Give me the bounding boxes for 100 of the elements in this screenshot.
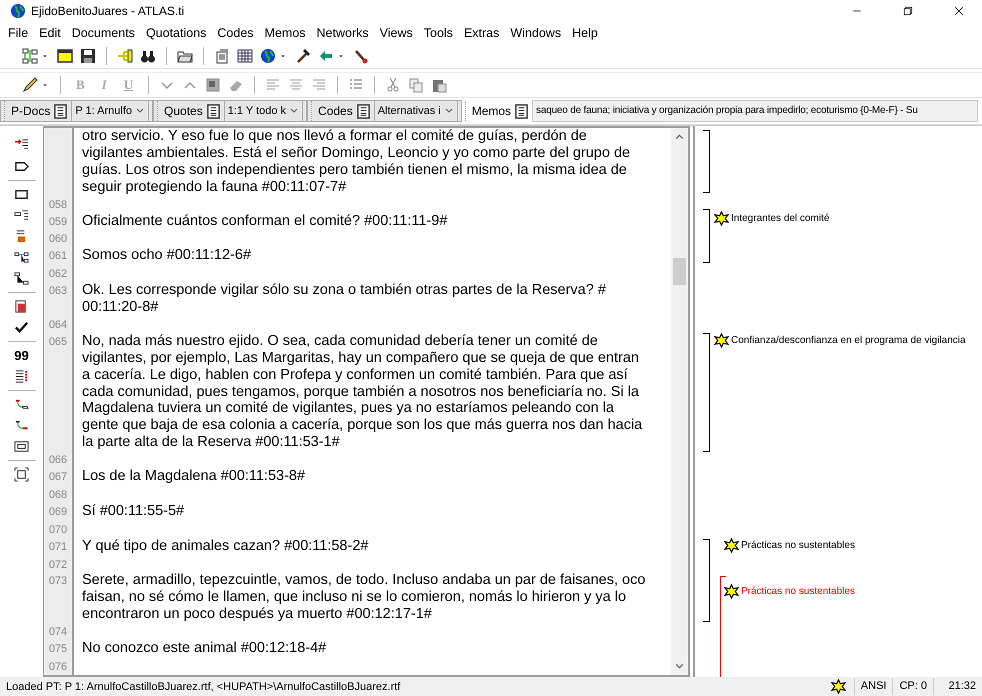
menu-item[interactable]: Tools	[424, 26, 453, 40]
document-icon[interactable]	[514, 104, 530, 118]
pin-icon[interactable]	[353, 48, 369, 64]
paragraph-text: Oficialmente cuántos conforman el comité? #00:11:11-9#	[82, 212, 448, 230]
line-number: 064	[48, 318, 68, 331]
window-title: EjidoBenitoJuares - ATLAS.ti	[31, 4, 184, 18]
line-number: 073	[48, 575, 68, 588]
code-bracket[interactable]	[703, 130, 710, 193]
selector-label: P-Docs	[11, 104, 50, 118]
menu-item[interactable]: Extras	[464, 26, 500, 40]
line-number: 067	[48, 471, 68, 484]
document-icon[interactable]	[214, 48, 230, 64]
paragraph-text: Sí #00:11:55-5#	[82, 502, 184, 521]
paragraph-text: Somos ocho #00:11:12-6#	[82, 247, 252, 266]
line-number: 059	[48, 216, 68, 228]
code-label[interactable]: Prácticas no sustentables	[741, 540, 855, 551]
line-number: 075	[48, 643, 68, 656]
code-label[interactable]: Confianza/desconfianza en el programa de vigilancia	[731, 335, 966, 346]
paragraph-text: Los de la Magdalena #00:11:53-8#	[82, 468, 306, 486]
code-label[interactable]: Prácticas no sustentables	[741, 586, 855, 597]
menu-item[interactable]: Edit	[39, 26, 61, 40]
menu-item[interactable]: Help	[572, 26, 598, 40]
check-icon[interactable]	[14, 320, 29, 335]
line-number: 076	[48, 660, 68, 673]
paragraph-text: Y qué tipo de animales cazan? #00:11:58-2#	[82, 538, 368, 556]
fit-icon[interactable]	[14, 467, 29, 482]
line-number: 062	[48, 268, 68, 280]
code-icon	[830, 679, 846, 694]
pencil-icon[interactable]	[22, 77, 38, 93]
line-number: 065	[48, 336, 68, 348]
line-number: 068	[48, 488, 68, 501]
code-bracket[interactable]	[703, 333, 710, 452]
scroll-thumb[interactable]	[673, 258, 686, 285]
menu-item[interactable]: Codes	[217, 26, 254, 40]
table-icon[interactable]	[14, 369, 29, 384]
document-icon[interactable]	[356, 104, 371, 118]
selector-label: Codes	[318, 104, 353, 118]
line-number: 060	[48, 233, 68, 246]
paragraph-text: otro servicio. Y eso fue lo que nos llevó a formar el comité de guías, perdón de vigilantes ambientales. Está el señor Domingo, Leoncio y yo como parte del grupo de guías. Los otros son independientes pero también tienen el mismo, la misma idea de seguir protegiendo la fauna #00:11:07-7#	[82, 128, 630, 196]
line-number: 069	[48, 506, 68, 518]
code-icon	[724, 584, 739, 599]
code-icon	[714, 333, 729, 348]
menu-item[interactable]: Networks	[316, 26, 369, 40]
memo-field[interactable]: saqueo de fauna; iniciativa y organización propia para impedirlo; ecoturismo {0-Me-F} - Su	[532, 100, 978, 122]
codepage-label: CP: 0	[892, 678, 933, 695]
network-icon[interactable]	[22, 48, 38, 64]
menu-item[interactable]: Windows	[510, 26, 562, 40]
branch-icon[interactable]	[14, 250, 29, 265]
line-number: 071	[48, 540, 68, 553]
menu-item[interactable]: Quotations	[146, 26, 206, 40]
save-icon[interactable]	[80, 48, 96, 64]
line-number: 063	[48, 285, 68, 298]
cut-icon[interactable]	[385, 77, 402, 93]
line-number: 066	[48, 454, 68, 466]
selector-label: Memos	[472, 104, 512, 118]
menu-item[interactable]: Views	[380, 26, 413, 40]
code-label[interactable]: Integrantes del comité	[731, 213, 830, 224]
tree-icon[interactable]	[117, 48, 133, 64]
dropdown[interactable]: P 1: Arnulfo	[71, 100, 150, 122]
menu-item[interactable]: Documents	[72, 26, 135, 40]
menu-item[interactable]: Memos	[264, 26, 306, 40]
code-bracket[interactable]	[703, 539, 710, 622]
document-icon[interactable]	[206, 104, 221, 118]
scrollbar[interactable]	[671, 128, 688, 675]
paragraph-text: Serete, armadillo, tepezcuintle, vamos, de todo. Incluso andaba un par de faisanes, oco faisan, no sé cómo le llamen, que incluso ni se lo comieron, nomás lo hirieron y ya lo encontraron un poco después ya muerto #00:12:17-1#	[82, 572, 646, 624]
line-number: 058	[48, 198, 68, 211]
binoculars-icon[interactable]	[140, 48, 156, 64]
globe-icon	[10, 3, 26, 19]
line-number: 070	[48, 524, 68, 536]
code-icon	[714, 211, 729, 226]
window-icon[interactable]	[57, 48, 73, 64]
grid-icon[interactable]	[237, 48, 253, 64]
rectangle-icon[interactable]	[14, 187, 29, 202]
document-icon[interactable]	[53, 104, 68, 118]
paragraph-text: No, nada más nuestro ejido. O sea, cada comunidad debería tener un comité de vigilantes, por ejemplo, Las Margaritas, hay un compañero que se queja de que entran a cacería. Le digo, hablen con Profepa y conformen un comité también. Para que así cada comunidad, pues tengamos, porque también a nosotros nos beneficiaría no. Si la Magdalena tuviera un comité de vigilantes, pues ya no estaríamos peleando con la gente que baja de esa colonia a cacería, porque son los que más guerra nos dan hacia la parte alta de la Reserva #00:11:53-1#	[82, 332, 642, 452]
close-icon[interactable]	[953, 5, 965, 17]
encoding-label: ANSI	[854, 678, 892, 695]
paste-icon[interactable]	[431, 77, 448, 93]
copy-icon[interactable]	[408, 77, 424, 93]
dropdown[interactable]: 1:1 Y todo k	[224, 100, 304, 122]
line-number: 061	[48, 250, 68, 262]
code-icon	[724, 538, 739, 553]
line-number: 072	[48, 558, 68, 571]
globe-icon[interactable]	[260, 48, 276, 64]
line-number: 074	[48, 626, 68, 638]
connect-icon[interactable]	[14, 271, 29, 286]
dropdown[interactable]: Alternativas i	[374, 100, 458, 122]
status-message: Loaded PT: P 1: ArnulfoCastilloBJuarez.rtf, <HUPATH>\ArnulfoCastilloBJuarez.rtf	[5, 680, 402, 692]
paragraph-text: No conozco este animal #00:12:18-4#	[82, 640, 326, 658]
frame-icon[interactable]	[14, 439, 29, 454]
code-bracket[interactable]	[703, 209, 710, 263]
paragraph-text: Ok. Les corresponde vigilar sólo su zona o también otras partes de la Reserva? # 00:11:20-8#	[82, 282, 606, 316]
clock-label: 21:32	[933, 678, 982, 695]
restore-icon[interactable]	[902, 5, 914, 17]
image-icon[interactable]	[205, 77, 222, 93]
menu-item[interactable]: File	[8, 26, 28, 40]
selector-label: Quotes	[164, 104, 203, 118]
tag-icon[interactable]	[14, 159, 29, 174]
hammer-icon[interactable]	[295, 48, 311, 64]
quote-count-button[interactable]: 99	[14, 348, 29, 363]
